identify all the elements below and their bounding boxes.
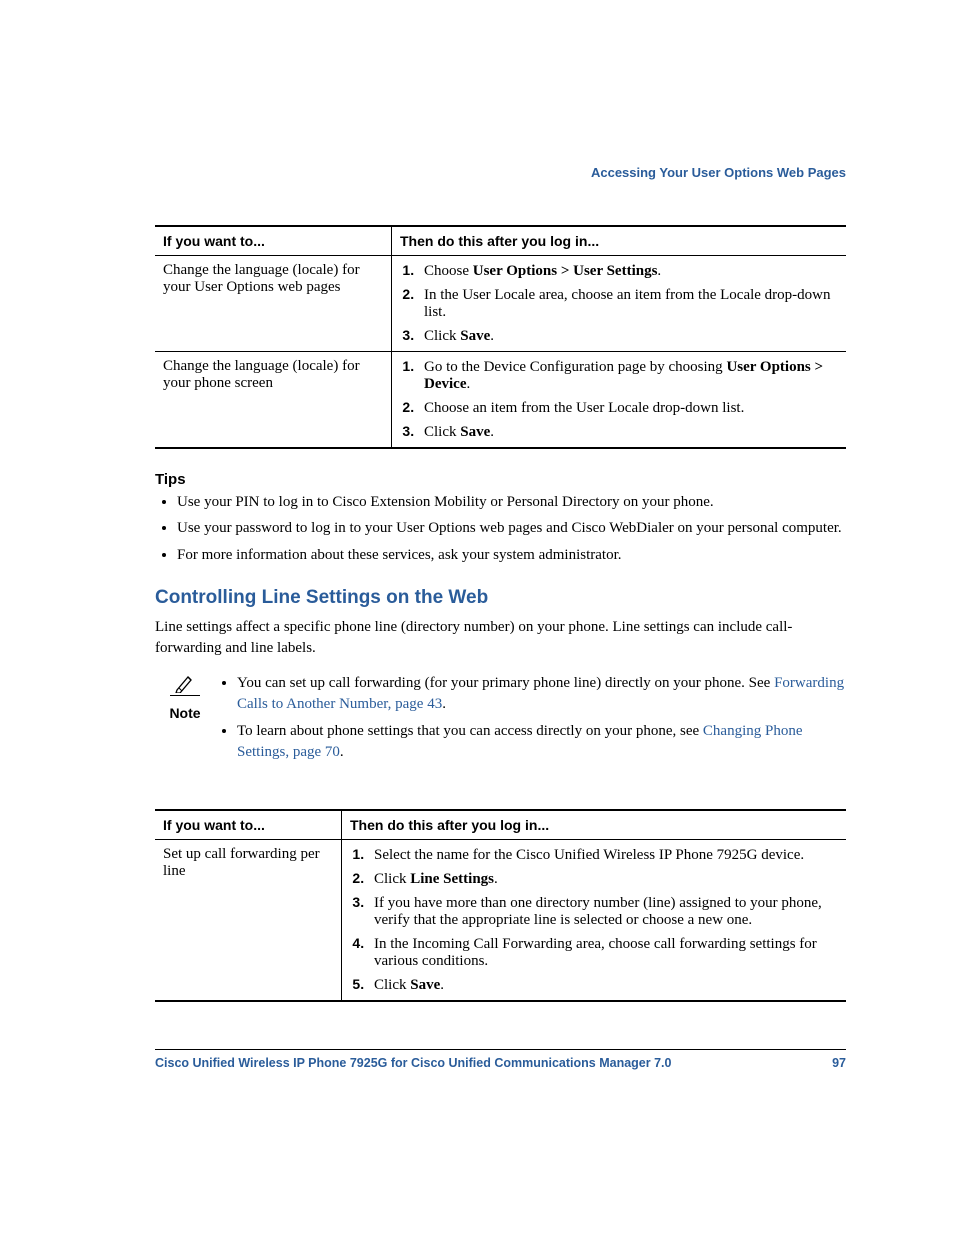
table-row: Change the language (locale) for your ph… <box>155 352 846 449</box>
page-footer: Cisco Unified Wireless IP Phone 7925G fo… <box>155 1049 846 1070</box>
table1-r0-left: Change the language (locale) for your Us… <box>155 256 392 352</box>
table-line-settings: If you want to... Then do this after you… <box>155 809 846 1002</box>
page: Accessing Your User Options Web Pages If… <box>0 0 954 1235</box>
table-locale: If you want to... Then do this after you… <box>155 225 846 449</box>
page-header: Accessing Your User Options Web Pages <box>155 165 846 180</box>
tips-heading: Tips <box>155 471 846 488</box>
table-row: Change the language (locale) for your Us… <box>155 256 846 352</box>
footer-page-number: 97 <box>832 1056 846 1070</box>
table2-header-left: If you want to... <box>155 810 342 840</box>
note-block: Note You can set up call forwarding (for… <box>155 673 846 769</box>
table2-r0-right: Select the name for the Cisco Unified Wi… <box>342 839 847 1001</box>
list-item: You can set up call forwarding (for your… <box>237 673 846 715</box>
table1-header-right: Then do this after you log in... <box>392 226 847 256</box>
section-heading: Controlling Line Settings on the Web <box>155 587 846 609</box>
table1-r1-left: Change the language (locale) for your ph… <box>155 352 392 449</box>
pencil-icon <box>170 673 200 696</box>
list-item: Use your PIN to log in to Cisco Extensio… <box>177 492 846 512</box>
table2-r0-left: Set up call forwarding per line <box>155 839 342 1001</box>
table1-r1-right: Go to the Device Configuration page by c… <box>392 352 847 449</box>
table2-header-right: Then do this after you log in... <box>342 810 847 840</box>
table-row: Set up call forwarding per line Select t… <box>155 839 846 1001</box>
table1-header-left: If you want to... <box>155 226 392 256</box>
list-item: Use your password to log in to your User… <box>177 518 846 538</box>
note-label: Note <box>169 705 200 721</box>
table1-r0-right: Choose User Options > User Settings. In … <box>392 256 847 352</box>
tips-list: Use your PIN to log in to Cisco Extensio… <box>155 492 846 565</box>
footer-title: Cisco Unified Wireless IP Phone 7925G fo… <box>155 1056 671 1070</box>
section-paragraph: Line settings affect a specific phone li… <box>155 617 846 659</box>
list-item: For more information about these service… <box>177 545 846 565</box>
list-item: To learn about phone settings that you c… <box>237 721 846 763</box>
